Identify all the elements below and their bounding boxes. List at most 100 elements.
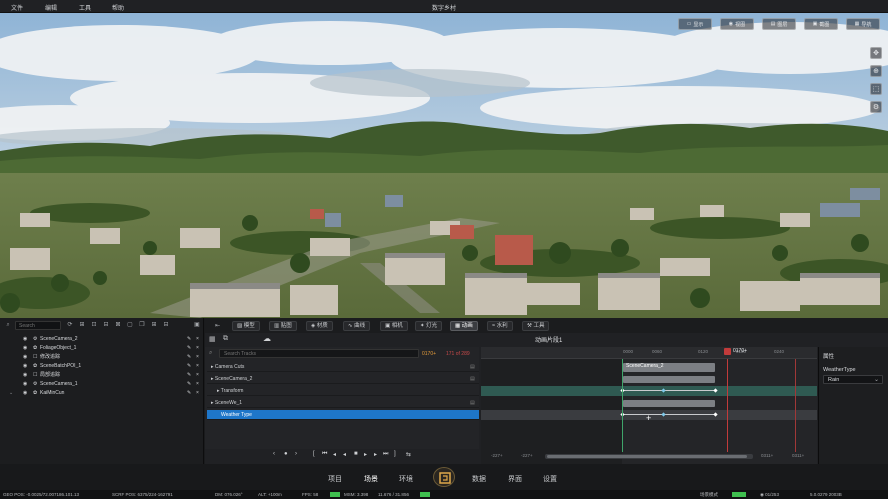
tab-light[interactable]: ✦ 灯光 <box>415 321 443 331</box>
timeline-scrollbar[interactable] <box>545 454 753 459</box>
playhead-line[interactable] <box>727 359 728 452</box>
nav-scene[interactable]: 场景 <box>364 474 378 484</box>
outliner-item[interactable]: ◉ ☐ 修改追踪 ✎ × <box>0 353 204 362</box>
tab-tools[interactable]: ⚒ 工具 <box>522 321 550 331</box>
edit-pencil-icon[interactable]: ✎ <box>187 344 191 353</box>
next-key-icon[interactable]: › <box>295 451 297 457</box>
close-icon[interactable]: × <box>196 389 199 398</box>
track-scene-camera[interactable]: ▸ SceneCamera_2 <box>207 374 479 384</box>
outliner-item[interactable]: ◉ ⚙ SceneCamera_2 ✎ × <box>0 335 204 344</box>
viewport-button-view[interactable]: ◉ 视图 <box>720 18 754 30</box>
tab-camera[interactable]: ▣ 相机 <box>380 321 408 331</box>
stop-icon[interactable]: ■ <box>354 451 358 457</box>
close-icon[interactable]: × <box>196 335 199 344</box>
tab-animation[interactable]: ▦ 动画 <box>450 321 478 331</box>
delete-icon[interactable]: ⊟ <box>162 321 170 329</box>
go-to-end-icon[interactable]: ⏭ <box>383 451 388 458</box>
range-start-marker[interactable] <box>622 359 623 452</box>
collapse-panel-icon[interactable]: ⇤ <box>215 322 220 329</box>
copy-icon[interactable]: ❐ <box>138 321 146 329</box>
edit-pencil-icon[interactable]: ✎ <box>187 380 191 389</box>
go-to-start-icon[interactable]: ⏮ <box>322 451 327 458</box>
step-forward-icon[interactable]: ▸ <box>374 451 377 458</box>
tab-model[interactable]: ▨ 模型 <box>232 321 260 331</box>
play-icon[interactable]: ▸ <box>364 451 367 458</box>
tab-curve[interactable]: ∿ 曲线 <box>343 321 371 331</box>
collapse-icon[interactable]: ⊟ <box>102 321 110 329</box>
visibility-eye-icon[interactable]: ◉ <box>23 371 27 380</box>
settings-tool-icon[interactable]: ⚙ <box>870 101 882 113</box>
outliner-item[interactable]: ◉ ✿ SceneBatchPOI_1 ✎ × <box>0 362 204 371</box>
visibility-eye-icon[interactable]: ◉ <box>23 389 27 398</box>
close-icon[interactable]: × <box>196 353 199 362</box>
cloud-icon[interactable]: ☁ <box>263 334 271 343</box>
edit-pencil-icon[interactable]: ✎ <box>187 353 191 362</box>
prev-key-icon[interactable]: ‹ <box>273 451 275 457</box>
tab-texture[interactable]: ▥ 贴图 <box>269 321 297 331</box>
track-transform[interactable]: ▸ Transform <box>207 386 479 396</box>
refresh-icon[interactable]: ⟳ <box>66 321 74 329</box>
box-icon[interactable]: ▢ <box>126 321 134 329</box>
weather-track-bar[interactable] <box>623 400 715 407</box>
visibility-eye-icon[interactable]: ◉ <box>23 362 27 371</box>
add-key-icon[interactable]: ● <box>284 451 288 457</box>
edit-pencil-icon[interactable]: ✎ <box>187 389 191 398</box>
edit-pencil-icon[interactable]: ✎ <box>187 362 191 371</box>
outliner-item[interactable]: ⌄ ◉ ✿ KaiMinCun ✎ × <box>0 389 204 398</box>
move-tool-icon[interactable]: ✥ <box>870 47 882 59</box>
track-search-input[interactable] <box>219 349 419 358</box>
visibility-eye-icon[interactable]: ◉ <box>23 344 27 353</box>
3d-viewport[interactable]: ▭ 显示 ◉ 视图 ▤ 图层 ▣ 截图 ▦ 导航 ✥ ⊕ ⬚ ⚙ <box>0 13 888 318</box>
track-options-icon[interactable]: ▤ <box>470 364 475 370</box>
range-start-bracket[interactable]: [ <box>313 451 315 457</box>
edit-pencil-icon[interactable]: ✎ <box>187 335 191 344</box>
timeline-area[interactable]: 0000 0060 0120 0180 0240 SceneCamera_2 +… <box>481 347 817 464</box>
close-icon[interactable]: × <box>196 344 199 353</box>
weather-type-dropdown[interactable]: Rain ⌄ <box>823 375 883 384</box>
group-icon[interactable]: ⊡ <box>90 321 98 329</box>
home-logo-button[interactable] <box>433 467 455 487</box>
camera-track-bar[interactable] <box>623 376 715 383</box>
range-end-marker[interactable] <box>795 359 796 452</box>
sequence-icon[interactable]: ▦ <box>209 335 216 343</box>
viewport-button-nav[interactable]: ▦ 导航 <box>846 18 880 30</box>
step-back-icon[interactable]: ◂ <box>333 451 336 458</box>
outliner-item[interactable]: ◉ ✿ FoliageObject_1 ✎ × <box>0 344 204 353</box>
viewport-button-display[interactable]: ▭ 显示 <box>678 18 712 30</box>
nav-project[interactable]: 项目 <box>328 474 342 484</box>
track-options-icon[interactable]: ▤ <box>470 376 475 382</box>
range-end-bracket[interactable]: ] <box>394 451 396 457</box>
tab-material[interactable]: ◈ 材质 <box>306 321 333 331</box>
visibility-eye-icon[interactable]: ◉ <box>23 335 27 344</box>
time-ruler[interactable] <box>481 347 817 359</box>
track-scene-weather[interactable]: ▸ SceneWe_1 <box>207 398 479 408</box>
track-options-icon[interactable]: ▤ <box>470 400 475 406</box>
expand-icon[interactable]: ⊞ <box>150 321 158 329</box>
timeline-scroll-thumb[interactable] <box>547 455 747 458</box>
tab-water[interactable]: ≈ 水利 <box>487 321 513 331</box>
viewport-button-screenshot[interactable]: ▣ 截图 <box>804 18 838 30</box>
loop-icon[interactable]: ⇆ <box>406 451 411 458</box>
frame-tool-icon[interactable]: ⬚ <box>870 83 882 95</box>
playhead-handle[interactable] <box>724 348 731 355</box>
nav-data[interactable]: 数据 <box>472 474 486 484</box>
camera-cut-segment[interactable]: SceneCamera_2 <box>623 363 715 372</box>
close-icon[interactable]: × <box>196 380 199 389</box>
filter-icon[interactable]: ⊠ <box>114 321 122 329</box>
panel-menu-icon[interactable]: ▣ <box>193 321 201 329</box>
expand-chevron-icon[interactable]: ⌄ <box>9 389 13 398</box>
nav-settings[interactable]: 设置 <box>543 474 557 484</box>
visibility-eye-icon[interactable]: ◉ <box>23 380 27 389</box>
edit-pencil-icon[interactable]: ✎ <box>187 371 191 380</box>
visibility-eye-icon[interactable]: ◉ <box>23 353 27 362</box>
outliner-item[interactable]: ◉ ☐ 局部追踪 ✎ × <box>0 371 204 380</box>
play-reverse-icon[interactable]: ◂ <box>343 451 346 458</box>
orbit-tool-icon[interactable]: ⊕ <box>870 65 882 77</box>
outliner-item[interactable]: ◉ ⚙ SceneCamera_1 ✎ × <box>0 380 204 389</box>
close-icon[interactable]: × <box>196 362 199 371</box>
close-icon[interactable]: × <box>196 371 199 380</box>
nav-environment[interactable]: 环境 <box>399 474 413 484</box>
track-camera-cuts[interactable]: ▸ Camera Cuts <box>207 362 479 372</box>
track-weather-type[interactable]: Weather Type <box>207 410 479 420</box>
outliner-search-input[interactable] <box>15 321 61 330</box>
